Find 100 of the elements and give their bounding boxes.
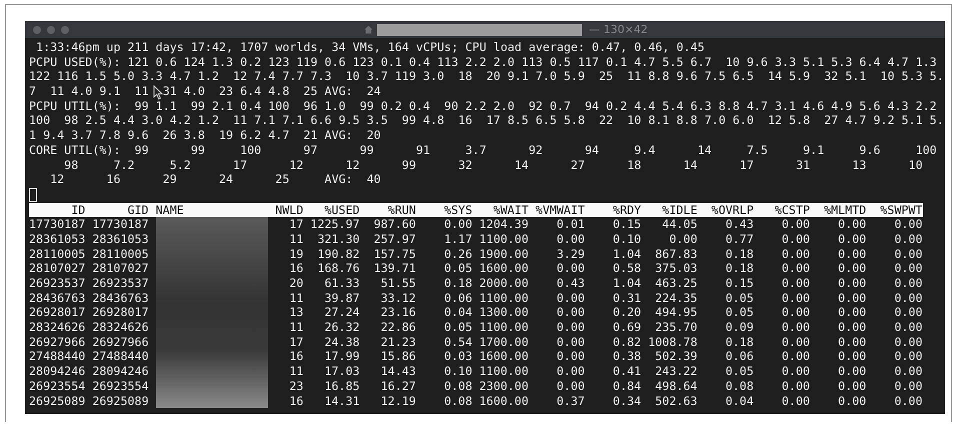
terminal-line: PCPU USED(%): 121 0.6 124 1.3 0.2 123 119 0.6 123 0.1 0.4 113 2.2 2.0 113 0.5 117 0.1 4.7 5.5 6.7 10 9.6 3.3 5.1 5.3 6.4 4.7 1.3 <box>29 54 938 70</box>
table-cell-text: 0.00 <box>837 232 866 247</box>
table-cell-text: 0.77 <box>724 232 754 247</box>
table-cell-text: 0.00 <box>556 261 585 276</box>
table-cell-text: 27.24 <box>323 305 360 320</box>
terminal-line: 122 116 1.5 5.0 3.3 4.7 1.2 12 7.4 7.7 7.3 10 3.7 119 3.0 18 20 9.1 7.0 5.9 25 11 8.8 9.6 7.5 6.5 14 5.9 32 5.1 10 5.3 5. <box>29 69 945 84</box>
table-cell-text: 0.04 <box>724 394 754 408</box>
column-header: NAME <box>154 202 185 218</box>
table-cell-text: 0.00 <box>780 290 810 306</box>
table-cell-text: 0.00 <box>780 305 810 320</box>
table-cell-text: 0.20 <box>612 305 642 320</box>
table-cell-text: 0.00 <box>837 290 866 306</box>
table-cell-text: 2000.00 <box>478 276 529 291</box>
terminal-line: 98 7.2 5.2 17 12 12 99 32 14 27 18 14 17 31 13 10 <box>63 158 924 172</box>
table-cell-text: 0.18 <box>724 246 754 262</box>
table-cell-text: 0.15 <box>724 276 754 291</box>
table-cell-text: 22.86 <box>380 320 416 335</box>
table-cell-text: 0.00 <box>893 320 922 335</box>
table-cell-text: 26.32 <box>323 320 360 335</box>
table-cell-text: 0.05 <box>724 305 754 320</box>
table-cell-text: 463.25 <box>654 276 698 291</box>
table-cell-text: 0.00 <box>837 246 866 262</box>
table-cell-text: 28324626 <box>91 320 149 335</box>
table-cell-text: 11 <box>288 320 304 335</box>
table-cell-text: 0.15 <box>612 217 642 232</box>
table-cell-text: 0.10 <box>612 232 642 247</box>
close-button[interactable] <box>33 26 41 34</box>
column-header: %WAIT <box>492 202 529 218</box>
column-header: %CSTP <box>774 202 810 218</box>
table-cell-text: 1100.00 <box>478 290 529 306</box>
table-cell-text: 0.00 <box>780 349 810 364</box>
table-cell: 26923554 <box>29 378 86 394</box>
table-cell-text: 0.00 <box>893 232 922 247</box>
table-cell-text: 26923537 <box>91 276 149 291</box>
table-cell-text: 0.00 <box>893 394 922 408</box>
table-cell-text: 168.76 <box>316 261 360 276</box>
table-cell-text: 321.30 <box>316 232 360 247</box>
table-cell-text: 0.00 <box>893 290 922 306</box>
house-icon <box>364 25 373 34</box>
table-cell-text: 0.34 <box>612 394 642 408</box>
table-cell-text: 3.29 <box>556 246 585 262</box>
table-cell-text: 16 <box>288 349 304 364</box>
table-cell-text: 27488440 <box>91 349 149 364</box>
table-cell-text: 139.71 <box>372 261 416 276</box>
table-cell-text: 0.69 <box>612 320 642 335</box>
column-header: NWLD <box>274 202 304 218</box>
table-cell-text: 33.12 <box>380 290 416 306</box>
column-header: %IDLE <box>661 202 698 218</box>
table-cell-text: 16 <box>288 261 304 276</box>
table-cell-text: 1300.00 <box>478 305 529 320</box>
table-cell-text: 0.00 <box>780 217 810 232</box>
table-cell-text: 0.18 <box>724 261 754 276</box>
table-cell-text: 0.31 <box>612 290 642 306</box>
table-cell-text: 0.41 <box>612 364 642 379</box>
table-cell-text: 0.03 <box>443 349 472 364</box>
table-cell-text: 0.00 <box>837 364 866 379</box>
table-cell-text: 28094246 <box>91 364 149 379</box>
table-cell-text: 0.00 <box>893 276 922 291</box>
table-cell-text: 1700.00 <box>478 334 529 350</box>
minimize-button[interactable] <box>47 26 55 34</box>
table-cell-text: 0.05 <box>724 290 754 306</box>
table-cell-text: 0.00 <box>893 305 922 320</box>
table-cell-text: 0.82 <box>612 334 642 350</box>
table-cell-text: 1.04 <box>612 276 642 291</box>
table-cell-text: 502.63 <box>654 394 698 408</box>
table-cell-text: 39.87 <box>323 290 360 306</box>
table-cell-text: 0.00 <box>837 320 866 335</box>
table-cell-text: 14.31 <box>323 394 360 408</box>
terminal-line: CORE UTIL(%): 99 99 100 97 99 91 3.7 92 94 9.4 14 7.5 9.1 9.6 100 <box>29 142 938 158</box>
column-header: ID <box>70 202 86 218</box>
table-cell-text: 0.00 <box>780 320 810 335</box>
table-cell-text: 0.01 <box>556 217 585 232</box>
column-header: %SWPWT <box>879 202 922 218</box>
table-cell-text: 0.05 <box>443 320 472 335</box>
table-cell: 26927966 <box>29 334 86 350</box>
table-cell-text: 0.54 <box>443 334 472 350</box>
zoom-button[interactable] <box>61 26 69 34</box>
table-cell-text: 0.00 <box>893 364 922 379</box>
table-cell-text: 61.33 <box>323 276 360 291</box>
table-cell-text: 0.00 <box>556 232 585 247</box>
terminal-line: 1:33:46pm up 211 days 17:42, 1707 worlds, 34 VMs, 164 vCPUs; CPU load average: 0.47, 0.46, 0.45 <box>35 40 706 55</box>
table-cell: 28324626 <box>29 320 86 335</box>
table-cell-text: 0.00 <box>780 261 810 276</box>
table-cell-text: 12.19 <box>380 394 416 408</box>
table-cell-text: 0.00 <box>780 334 810 350</box>
table-cell-text: 0.08 <box>443 378 472 394</box>
table-cell-text: 26927966 <box>91 334 149 350</box>
table-cell-text: 0.06 <box>724 349 754 364</box>
table-cell-text: 0.37 <box>556 394 585 408</box>
table-cell-text: 1600.00 <box>478 394 529 408</box>
table-cell-text: 0.00 <box>893 334 922 350</box>
table-cell-text: 0.00 <box>780 364 810 379</box>
table-cell: 28094246 <box>29 364 86 379</box>
table-cell-text: 0.00 <box>556 305 585 320</box>
table-cell-text: 16.27 <box>380 378 416 394</box>
table-cell-text: 0.00 <box>556 364 585 379</box>
table-cell-text: 1900.00 <box>478 246 529 262</box>
table-cell-text: 0.09 <box>724 320 754 335</box>
terminal-line: 1 9.4 3.7 7.8 9.6 26 3.8 19 6.2 4.7 21 AVG: 20 <box>29 128 382 143</box>
table-cell-text: 2300.00 <box>478 378 529 394</box>
